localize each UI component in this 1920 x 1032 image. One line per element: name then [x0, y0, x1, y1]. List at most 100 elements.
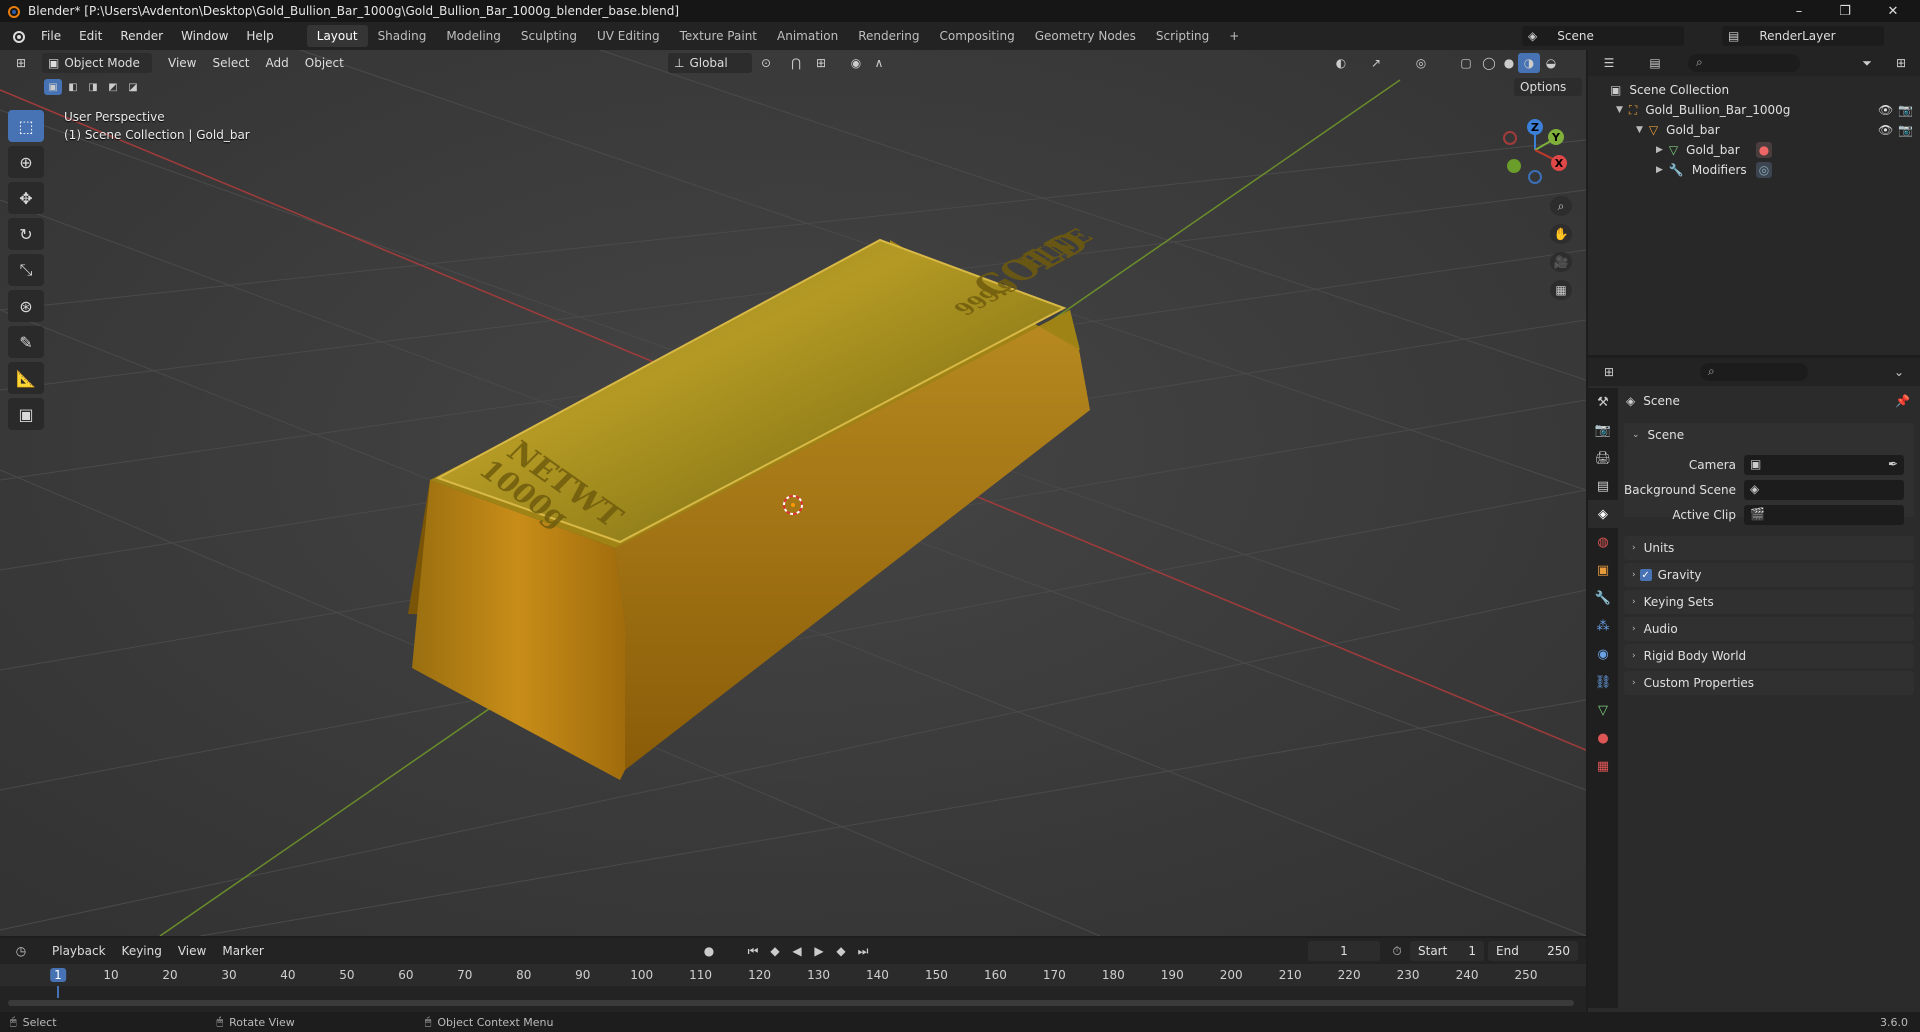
add-cube-tool-icon[interactable]: ▣: [8, 398, 44, 430]
timeline-menu-playback[interactable]: Playback: [44, 944, 114, 958]
particles-tab-icon[interactable]: ⁂: [1588, 612, 1618, 640]
properties-options-icon[interactable]: ⌄: [1888, 362, 1910, 382]
eye-icon[interactable]: 👁: [1878, 103, 1893, 117]
annotate-tool-icon[interactable]: ✎: [8, 326, 44, 358]
viewport-menu-add[interactable]: Add: [258, 56, 297, 70]
jump-keyframe-back-icon[interactable]: ◆: [764, 941, 786, 961]
new-collection-icon[interactable]: ⊞: [1890, 53, 1912, 73]
current-frame-field[interactable]: 1: [1308, 941, 1380, 961]
physics-tab-icon[interactable]: ◉: [1588, 640, 1618, 668]
pan-hand-icon[interactable]: ✋: [1550, 224, 1572, 244]
rendered-shading-icon[interactable]: ◒: [1540, 53, 1562, 73]
select-extend-icon[interactable]: ◧: [64, 79, 82, 95]
mode-selector[interactable]: ▣ Object Mode: [42, 53, 152, 73]
viewport-menu-select[interactable]: Select: [204, 56, 257, 70]
workspace-tab-modeling[interactable]: Modeling: [436, 25, 511, 47]
cursor-tool-icon[interactable]: ⊕: [8, 146, 44, 178]
camera-render-icon[interactable]: 📷: [1898, 103, 1913, 117]
jump-keyframe-forward-icon[interactable]: ◆: [830, 941, 852, 961]
play-reverse-icon[interactable]: ◀: [786, 941, 808, 961]
eye-icon[interactable]: 👁: [1878, 123, 1893, 137]
render-tab-icon[interactable]: 📷: [1588, 416, 1618, 444]
snap-target-icon[interactable]: ⊞: [810, 53, 832, 73]
world-tab-icon[interactable]: ◍: [1588, 528, 1618, 556]
move-tool-icon[interactable]: ✥: [8, 182, 44, 214]
zoom-icon[interactable]: ⌕: [1550, 196, 1572, 216]
timeline-track-area[interactable]: [0, 986, 1586, 1008]
object-tab-icon[interactable]: ▣: [1588, 556, 1618, 584]
tool-tab-icon[interactable]: ⚒: [1588, 388, 1618, 416]
display-mode-icon[interactable]: ▤: [1644, 53, 1666, 73]
outliner-row-mesh-data[interactable]: ▶ ▽ Gold_bar ●: [1588, 140, 1920, 160]
panel-units[interactable]: › Units: [1624, 536, 1914, 560]
outliner-row-scene-collection[interactable]: ▣ Scene Collection: [1588, 80, 1920, 100]
expand-arrow-icon[interactable]: ▼: [1616, 105, 1623, 115]
collapse-arrow-icon[interactable]: ▶: [1656, 165, 1663, 175]
camera-view-icon[interactable]: 🎥: [1550, 252, 1572, 272]
workspace-tab-texture-paint[interactable]: Texture Paint: [670, 25, 767, 47]
output-tab-icon[interactable]: 🖨: [1588, 444, 1618, 472]
timeline-ruler[interactable]: 1 10 20 30 40 50 60 70 80 90 100 110 120 130 140 150 160…: [0, 964, 1586, 986]
outliner-row-modifiers[interactable]: ▶ 🔧 Modifiers ◎: [1588, 160, 1920, 180]
auto-keying-icon[interactable]: ●: [698, 941, 720, 961]
snap-icon[interactable]: ⋂: [785, 53, 807, 73]
filter-icon[interactable]: ⏷: [1856, 53, 1878, 73]
texture-tab-icon[interactable]: ▦: [1588, 752, 1618, 780]
outliner-search-input[interactable]: ⌕: [1688, 54, 1800, 72]
timeline-menu-keying[interactable]: Keying: [114, 944, 170, 958]
menu-help[interactable]: Help: [237, 29, 282, 43]
end-frame-field[interactable]: End 250: [1488, 941, 1578, 961]
outliner-editor-icon[interactable]: ☰: [1598, 53, 1620, 73]
rotate-tool-icon[interactable]: ↻: [8, 218, 44, 250]
material-shading-icon[interactable]: ◑: [1518, 53, 1540, 73]
data-tab-icon[interactable]: ▽: [1588, 696, 1618, 724]
blender-menu-icon[interactable]: [10, 28, 26, 44]
gravity-checkbox[interactable]: ✓: [1639, 569, 1652, 581]
workspace-tab-geometry-nodes[interactable]: Geometry Nodes: [1025, 25, 1146, 47]
select-box-tool-icon[interactable]: ⬚: [8, 110, 44, 142]
constraints-tab-icon[interactable]: ⛓: [1588, 668, 1618, 696]
panel-custom-properties[interactable]: › Custom Properties: [1624, 671, 1914, 695]
panel-scene[interactable]: ⌄ Scene: [1624, 423, 1914, 447]
view-layer-selector[interactable]: ▤ RenderLayer: [1722, 26, 1884, 46]
jump-start-icon[interactable]: ⏮: [742, 941, 764, 961]
options-dropdown[interactable]: Options: [1514, 78, 1582, 96]
workspace-tab-compositing[interactable]: Compositing: [929, 25, 1024, 47]
maximize-button[interactable]: ❐: [1822, 0, 1868, 22]
menu-file[interactable]: File: [32, 29, 70, 43]
material-icon[interactable]: ●: [1756, 142, 1772, 158]
add-workspace-button[interactable]: +: [1219, 25, 1249, 47]
pivot-point-icon[interactable]: ⊙: [755, 53, 777, 73]
outliner-row-object[interactable]: ▼ ▽ Gold_bar 👁 📷: [1588, 120, 1920, 140]
material-tab-icon[interactable]: ●: [1588, 724, 1618, 752]
workspace-tab-layout[interactable]: Layout: [306, 25, 368, 47]
workspace-tab-shading[interactable]: Shading: [368, 25, 437, 47]
select-intersect-icon[interactable]: ◪: [124, 79, 142, 95]
panel-gravity[interactable]: › ✓ Gravity: [1624, 563, 1914, 587]
camera-render-icon[interactable]: 📷: [1898, 123, 1913, 137]
scene-selector[interactable]: ◈ Scene: [1522, 26, 1684, 46]
visibility-icon[interactable]: ◐: [1330, 53, 1352, 73]
3d-viewport[interactable]: FINE GOLD 999.9 NETWT 1000g Z Y X: [0, 50, 1586, 936]
scene-tab-icon[interactable]: ◈: [1588, 500, 1618, 528]
modifier-tab-icon[interactable]: 🔧: [1588, 584, 1618, 612]
ortho-grid-icon[interactable]: ▦: [1550, 280, 1572, 300]
expand-arrow-icon[interactable]: ▼: [1636, 125, 1643, 135]
solid-shading-icon[interactable]: ●: [1498, 53, 1520, 73]
proportional-edit-icon[interactable]: ◉: [845, 53, 867, 73]
workspace-tab-animation[interactable]: Animation: [767, 25, 848, 47]
view-layer-tab-icon[interactable]: ▤: [1588, 472, 1618, 500]
workspace-tab-rendering[interactable]: Rendering: [848, 25, 929, 47]
editor-type-icon[interactable]: ⊞: [10, 53, 32, 73]
workspace-tab-scripting[interactable]: Scripting: [1146, 25, 1219, 47]
timeline-editor-icon[interactable]: ◷: [10, 941, 32, 961]
playhead-line[interactable]: [57, 986, 59, 998]
play-icon[interactable]: ▶: [808, 941, 830, 961]
menu-render[interactable]: Render: [111, 29, 172, 43]
wireframe-shading-icon[interactable]: ◯: [1478, 53, 1500, 73]
select-subtract-icon[interactable]: ◨: [84, 79, 102, 95]
falloff-icon[interactable]: ∧: [868, 53, 890, 73]
overlays-icon[interactable]: ◎: [1410, 53, 1432, 73]
xray-icon[interactable]: ▢: [1455, 53, 1477, 73]
preview-range-icon[interactable]: ⏱: [1386, 941, 1408, 961]
